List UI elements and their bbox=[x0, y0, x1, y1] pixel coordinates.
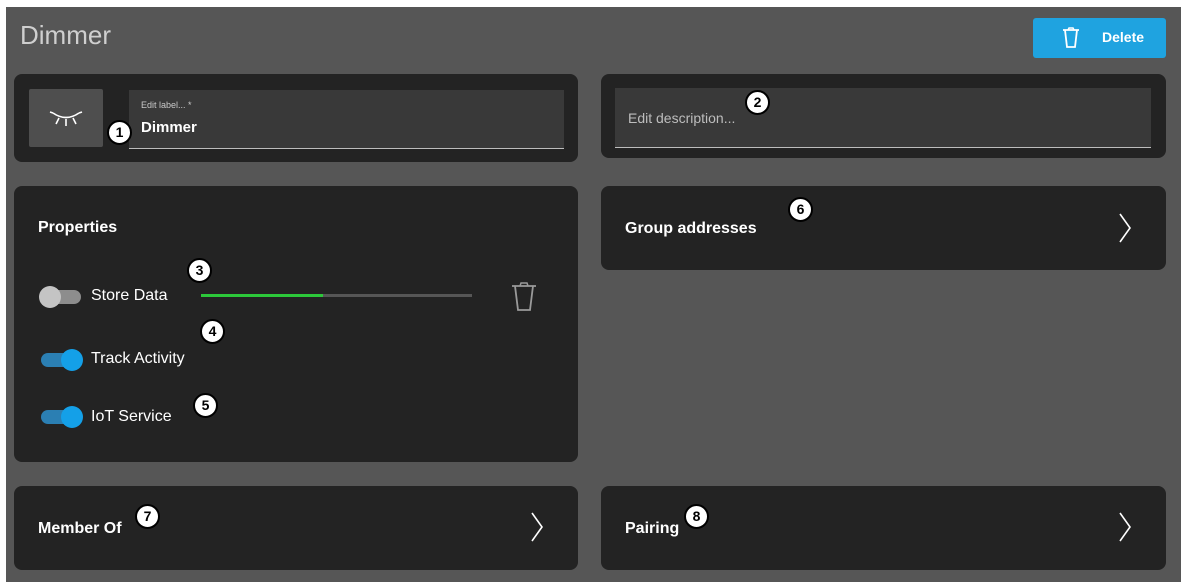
description-placeholder: Edit description... bbox=[628, 110, 736, 126]
iot-service-toggle[interactable] bbox=[41, 406, 83, 428]
chevron-right-icon bbox=[1119, 512, 1131, 542]
store-data-progress-fill bbox=[201, 294, 323, 297]
page-title: Dimmer bbox=[20, 20, 111, 50]
store-data-progress[interactable] bbox=[201, 294, 472, 297]
store-data-label: Store Data bbox=[91, 287, 168, 304]
delete-button[interactable]: Delete bbox=[1033, 18, 1166, 58]
pairing-card[interactable] bbox=[601, 486, 1166, 570]
callout-badge-3: 3 bbox=[187, 258, 212, 283]
callout-badge-2: 2 bbox=[745, 90, 770, 115]
description-field[interactable]: Edit description... bbox=[615, 88, 1151, 148]
track-activity-toggle[interactable] bbox=[41, 349, 83, 371]
callout-badge-6: 6 bbox=[788, 197, 813, 222]
label-field-caption: Edit label... * bbox=[141, 100, 192, 110]
clear-data-trash-icon[interactable] bbox=[510, 282, 538, 312]
trash-icon bbox=[1063, 27, 1079, 48]
callout-badge-8: 8 bbox=[684, 504, 709, 529]
iot-service-label: IoT Service bbox=[91, 408, 172, 425]
chevron-right-icon bbox=[1119, 213, 1131, 243]
callout-badge-7: 7 bbox=[135, 504, 160, 529]
pairing-label: Pairing bbox=[625, 520, 680, 537]
label-field[interactable]: Edit label... * Dimmer bbox=[129, 90, 564, 149]
icon-picker-button[interactable] bbox=[29, 89, 103, 147]
delete-label: Delete bbox=[1102, 29, 1145, 45]
track-activity-label: Track Activity bbox=[91, 350, 185, 367]
group-addresses-label: Group addresses bbox=[625, 220, 757, 237]
callout-badge-5: 5 bbox=[193, 393, 218, 418]
label-field-value: Dimmer bbox=[141, 119, 197, 136]
properties-heading: Properties bbox=[38, 219, 118, 236]
light-bulb-icon bbox=[49, 111, 83, 126]
member-of-label: Member Of bbox=[38, 520, 122, 537]
store-data-toggle[interactable] bbox=[39, 286, 81, 308]
callout-badge-1: 1 bbox=[107, 120, 132, 145]
chevron-right-icon bbox=[531, 512, 543, 542]
callout-badge-4: 4 bbox=[200, 319, 225, 344]
